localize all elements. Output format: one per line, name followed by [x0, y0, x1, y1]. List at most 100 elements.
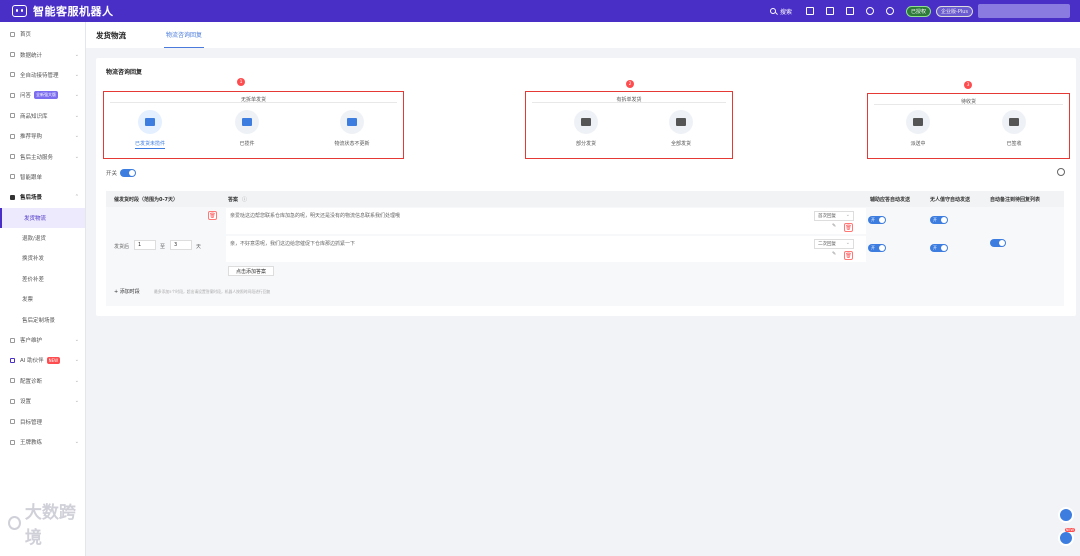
option-signed[interactable]: 已签收: [984, 110, 1044, 147]
search-button[interactable]: 搜索: [769, 7, 792, 16]
sidebar-item-label: 推荐导购: [20, 134, 43, 141]
sidebar-item-goals[interactable]: 目标管理: [0, 411, 85, 431]
chevron-down-icon: ⌄: [74, 337, 79, 344]
document-icon[interactable]: [806, 7, 814, 15]
chevron-down-icon: ⌄: [74, 398, 79, 405]
delete-answer-icon[interactable]: 🗑: [844, 223, 853, 232]
sidebar-item-refund[interactable]: 退款/退货: [0, 228, 85, 248]
help-icon[interactable]: [886, 7, 894, 15]
sidebar-item-label: 换货补发: [22, 256, 45, 263]
answer-text[interactable]: 亲，不好意思呢，我们这边给您催促下仓库那边抓紧一下: [230, 240, 355, 247]
sidebar-item-recommend[interactable]: 推荐导购 ⌄: [0, 126, 85, 146]
switch-label: 开关: [106, 171, 118, 177]
auto-remark-toggle[interactable]: [990, 239, 1006, 247]
refresh-icon[interactable]: [866, 7, 874, 15]
unattended-send-toggle-2[interactable]: 开: [930, 244, 948, 252]
authorized-badge[interactable]: 已授权: [906, 5, 932, 17]
group-number-badge: 3: [964, 81, 972, 89]
reply-order-select[interactable]: 首次回复: [814, 211, 854, 221]
sidebar-item-label: 差价补差: [22, 276, 45, 283]
delete-answer-icon[interactable]: 🗑: [844, 251, 853, 260]
sidebar-item-config-diagnosis[interactable]: 配置诊断 ⌄: [0, 371, 85, 391]
sidebar-item-invoice[interactable]: 发票: [0, 289, 85, 309]
tab-logistics-reply[interactable]: 物流咨询回复: [164, 22, 205, 48]
user-icon: [10, 337, 15, 343]
message-float-button[interactable]: NEW: [1058, 528, 1075, 546]
new-badge: NEW: [1064, 528, 1075, 532]
sidebar-item-custom-scene[interactable]: 售后定制场景: [0, 309, 85, 329]
period-to-input[interactable]: 3: [170, 240, 192, 250]
app-logo[interactable]: 智能客服机器人: [12, 0, 114, 22]
plan-badge[interactable]: 企业版-Plus: [936, 5, 973, 17]
group-divider: [874, 104, 1063, 105]
option-all-shipped[interactable]: 全部发货: [651, 110, 711, 147]
card-title: 物流咨询回复: [106, 69, 143, 76]
sidebar-item-exchange[interactable]: 换货补发: [0, 248, 85, 268]
assist-send-toggle-1[interactable]: 开: [868, 216, 886, 224]
account-menu[interactable]: [978, 4, 1070, 18]
sidebar-item-stats[interactable]: 数据统计 ⌄: [0, 44, 85, 64]
gear-icon[interactable]: [1057, 168, 1065, 176]
toggle-label: 开: [933, 217, 937, 222]
sidebar-item-coach[interactable]: 王牌教练 ⌄: [0, 432, 85, 452]
sidebar-item-label: 客户维护: [20, 338, 43, 345]
package-icon: [235, 110, 259, 134]
edit-icon[interactable]: ✎: [832, 251, 836, 257]
sidebar-item-auto-reception[interactable]: 全自动接待管理 ⌄: [0, 65, 85, 85]
top-bar: 智能客服机器人 搜索 已授权 企业版-Plus: [0, 0, 1080, 22]
option-shipped-not-collected[interactable]: 已发货未揽件: [120, 110, 180, 149]
group-no-split: 无拆单发货 已发货未揽件 已揽件 物流状态不更新: [103, 91, 404, 159]
watermark-text: 大数跨境: [24, 503, 76, 548]
option-partial-shipped[interactable]: 部分发货: [556, 110, 616, 147]
group-divider: [110, 102, 397, 103]
assist-send-toggle-2[interactable]: 开: [868, 244, 886, 252]
follow-icon: [10, 174, 15, 180]
sidebar-item-settings[interactable]: 设置 ⌄: [0, 391, 85, 411]
sidebar-item-shipping[interactable]: 发货物流: [0, 207, 85, 228]
sidebar-item-label: 发货物流: [24, 215, 47, 222]
sidebar-item-ai-partner[interactable]: AI 助伙伴 NEW ⌄: [0, 350, 85, 370]
search-label: 搜索: [779, 8, 792, 16]
group-number-badge: 1: [237, 78, 245, 86]
truck-icon: [669, 110, 693, 134]
sidebar-item-qa[interactable]: 问答 全新强大版 ⌄: [0, 85, 85, 105]
add-period-button[interactable]: + 添加时段: [114, 288, 140, 295]
option-label: 部分发货: [575, 141, 596, 147]
option-no-update[interactable]: 物流状态不更新: [322, 110, 382, 147]
header-period: 催发货时段（范围为0-7天）: [106, 191, 218, 207]
add-period-hint: 最多添加5个时段，超出请设置答案时段，机器人按照时间段进行回复: [154, 289, 271, 294]
reply-order-select[interactable]: 二次回复: [814, 239, 854, 249]
sidebar-item-customer-care[interactable]: 客户维护 ⌄: [0, 330, 85, 350]
chevron-down-icon: ⌄: [74, 133, 79, 140]
option-label: 已揽件: [239, 141, 255, 147]
sidebar-item-home[interactable]: 首页: [0, 24, 85, 44]
option-collected[interactable]: 已揽件: [217, 110, 277, 147]
watermark-logo-icon: [8, 516, 21, 530]
delete-period-icon[interactable]: 🗑: [208, 211, 217, 220]
unattended-send-toggle-1[interactable]: 开: [930, 216, 948, 224]
sidebar-item-aftersale-scenes[interactable]: 售后场景 ⌃: [0, 187, 85, 207]
period-from-input[interactable]: 1: [134, 240, 156, 250]
master-toggle[interactable]: [120, 169, 137, 177]
window-icon[interactable]: [826, 7, 834, 15]
answer-text[interactable]: 亲爱哒这边帮您联系仓库加急的呢，明天还是没有的物流信息联系我们处理哦: [230, 212, 400, 219]
download-icon[interactable]: [846, 7, 854, 15]
sidebar-item-label: 商品知识库: [20, 113, 48, 120]
sidebar-item-product-kb[interactable]: 商品知识库 ⌄: [0, 106, 85, 126]
group-split: 有拆单发货 部分发货 全部发货: [525, 91, 733, 159]
header-answer: 答案 ⓘ: [218, 191, 868, 207]
add-answer-button[interactable]: 点击添加答案: [228, 266, 274, 276]
toggle-label: 开: [871, 245, 875, 250]
chat-float-button[interactable]: [1058, 507, 1074, 523]
sidebar-item-order-follow[interactable]: 智能跟单: [0, 167, 85, 187]
answer-row-1: 亲爱哒这边帮您联系仓库加急的呢，明天还是没有的物流信息联系我们处理哦: [226, 208, 866, 234]
sidebar-item-label: 配置诊断: [20, 378, 43, 385]
option-delivering[interactable]: 派送中: [888, 110, 948, 147]
ai-icon: [10, 357, 15, 363]
group-pending-receipt: 待收货 派送中 已签收: [867, 93, 1070, 159]
thumb-icon: [10, 133, 15, 139]
coach-icon: [10, 439, 15, 445]
edit-icon[interactable]: ✎: [832, 223, 836, 229]
sidebar-item-aftersale-active[interactable]: 售后主动服务 ⌄: [0, 146, 85, 166]
sidebar-item-price-diff[interactable]: 差价补差: [0, 269, 85, 289]
